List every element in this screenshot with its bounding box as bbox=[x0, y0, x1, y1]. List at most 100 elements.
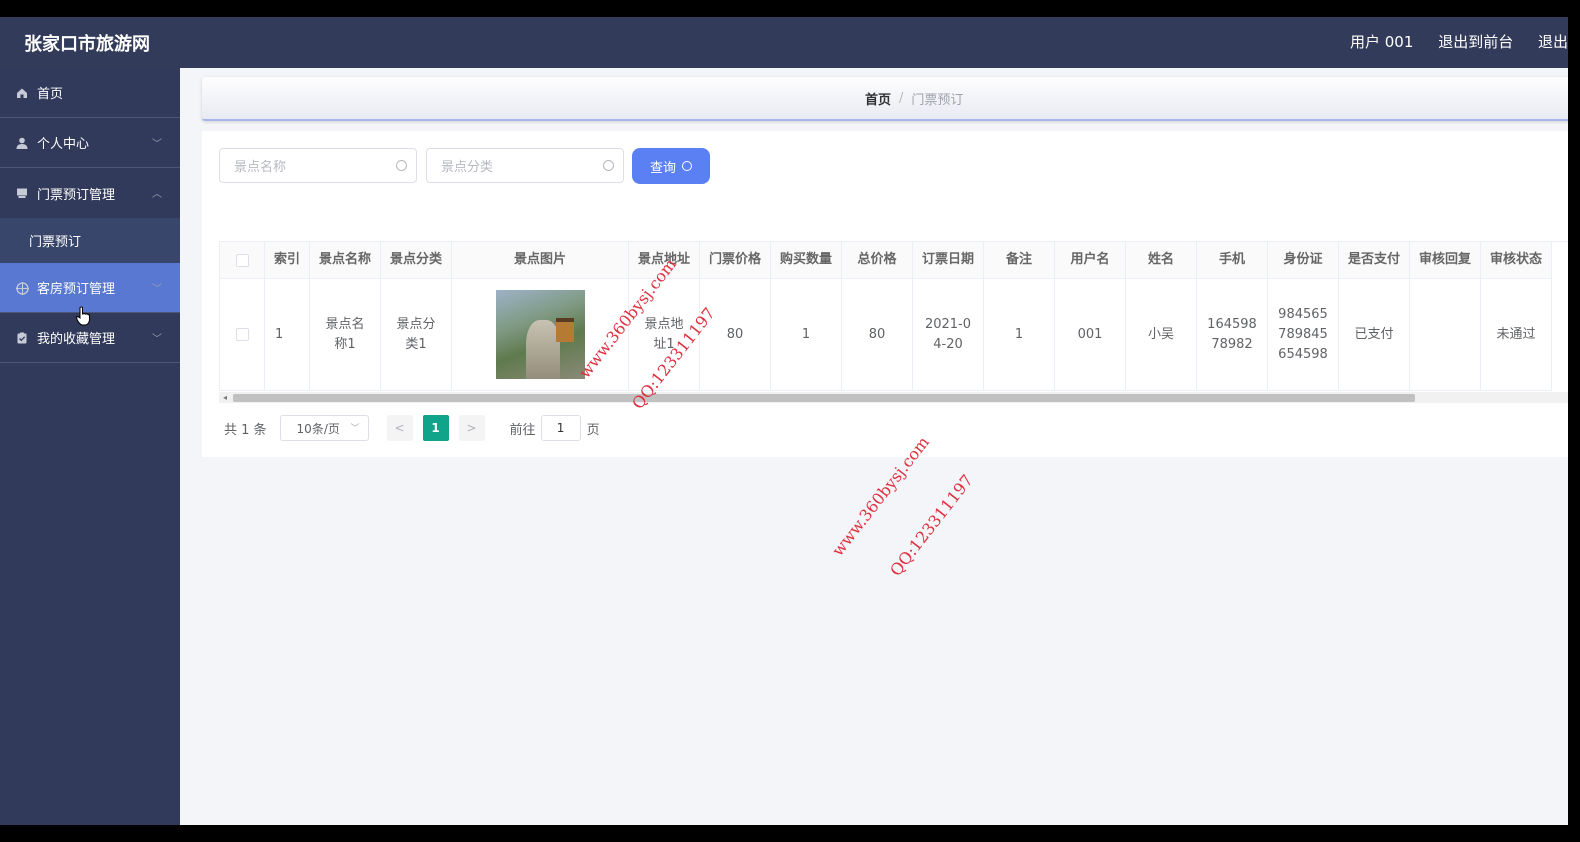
column-header: 门票价格 bbox=[700, 242, 771, 279]
target-icon bbox=[16, 281, 29, 295]
cell-total-price: 80 bbox=[842, 279, 913, 391]
top-actions: 用户 001 退出到前台 退出 bbox=[1330, 31, 1568, 52]
cell-remark: 1 bbox=[984, 279, 1055, 391]
chevron-right-icon: > bbox=[466, 421, 477, 435]
scrollbar-thumb[interactable] bbox=[233, 394, 1415, 402]
goto-label: 前往 bbox=[509, 422, 536, 438]
chevron-down-icon: ﹀ bbox=[152, 139, 162, 150]
sidebar-item-home[interactable]: 首页 bbox=[0, 68, 180, 118]
column-header: 索引 bbox=[265, 242, 310, 279]
scenic-name-input[interactable]: 景点名称 bbox=[219, 148, 417, 183]
sidebar-item-label: 门票预订管理 bbox=[37, 187, 116, 203]
column-header: 购买数量 bbox=[771, 242, 842, 279]
scenic-category-placeholder: 景点分类 bbox=[441, 160, 494, 175]
chevron-down-icon: ﹀ bbox=[152, 334, 162, 345]
hand-cursor-icon bbox=[76, 306, 90, 326]
chevron-up-icon: ︿ bbox=[152, 189, 162, 200]
pagination: 共 1 条 10条/页 ﹀ < 1 > 前往 1 页 bbox=[224, 415, 600, 441]
breadcrumb-separator: / bbox=[899, 90, 904, 106]
ticket-icon bbox=[16, 187, 28, 199]
home-icon bbox=[16, 87, 28, 99]
cell-quantity: 1 bbox=[771, 279, 842, 391]
site-title: 张家口市旅游网 bbox=[24, 34, 150, 55]
row-checkbox[interactable] bbox=[235, 328, 249, 341]
cell-realname: 小吴 bbox=[1126, 279, 1197, 391]
table-row[interactable]: 1 景点名称1 景点分类1 景点地址1 80 1 80 2021-04-20 1… bbox=[220, 279, 1568, 391]
cell-phone: 16459878982 bbox=[1197, 279, 1268, 391]
column-header: 审核回复 bbox=[1410, 242, 1481, 279]
clipboard-icon bbox=[16, 332, 28, 344]
ticket-panel: 景点名称 景点分类 查询 索引 景点名称 景点分类 景点图片 景点地址 门票价格… bbox=[202, 131, 1568, 457]
page-number-button[interactable]: 1 bbox=[422, 415, 449, 441]
search-icon bbox=[682, 161, 692, 171]
column-header: 身份证 bbox=[1268, 242, 1339, 279]
breadcrumb-home[interactable]: 首页 bbox=[865, 89, 891, 108]
prev-page-button[interactable]: < bbox=[386, 415, 413, 441]
watermark-qq: QQ:123311197 bbox=[886, 470, 977, 580]
cell-username: 001 bbox=[1055, 279, 1126, 391]
sidebar-item-label: 个人中心 bbox=[37, 137, 90, 152]
cell-idcard: 984565789845654598 bbox=[1268, 279, 1339, 391]
ticket-table: 索引 景点名称 景点分类 景点图片 景点地址 门票价格 购买数量 总价格 订票日… bbox=[219, 241, 1568, 391]
sidebar-item-label: 首页 bbox=[37, 87, 64, 102]
top-bar: 张家口市旅游网 用户 001 退出到前台 退出 bbox=[0, 17, 1568, 68]
sidebar-subitem-ticket-booking[interactable]: 门票预订 bbox=[0, 218, 180, 263]
column-header: 景点名称 bbox=[310, 242, 381, 279]
select-all-cell[interactable] bbox=[220, 242, 265, 279]
column-header: 手机 bbox=[1197, 242, 1268, 279]
query-button-label: 查询 bbox=[649, 160, 676, 176]
column-header: 审核状态 bbox=[1481, 242, 1552, 279]
cell-paid: 已支付 bbox=[1339, 279, 1410, 391]
goto-page-input[interactable]: 1 bbox=[540, 415, 581, 441]
pagination-total: 共 1 条 bbox=[224, 422, 267, 438]
user-name[interactable]: 用户 001 bbox=[1350, 33, 1413, 51]
column-header: 总价格 bbox=[842, 242, 913, 279]
sidebar-item-label: 我的收藏管理 bbox=[37, 332, 116, 347]
cell-index: 1 bbox=[265, 279, 310, 391]
query-button[interactable]: 查询 bbox=[632, 148, 710, 184]
search-icon bbox=[603, 160, 614, 171]
scenic-name-placeholder: 景点名称 bbox=[234, 160, 287, 175]
sidebar-item-label: 客房预订管理 bbox=[37, 282, 116, 297]
chevron-down-icon: ﹀ bbox=[152, 284, 162, 295]
sidebar-item-ticket-management[interactable]: 门票预订管理 ︿ bbox=[0, 168, 180, 218]
breadcrumb: 首页 / 门票预订 bbox=[202, 77, 1568, 121]
page-unit-label: 页 bbox=[586, 422, 600, 438]
logout-link[interactable]: 退出 bbox=[1538, 33, 1568, 51]
scenic-photo[interactable] bbox=[495, 290, 585, 379]
page-size-select[interactable]: 10条/页 ﹀ bbox=[279, 415, 369, 441]
cell-booking-date: 2021-04-20 bbox=[913, 279, 984, 391]
column-header: 景点分类 bbox=[381, 242, 452, 279]
app-screen: 张家口市旅游网 用户 001 退出到前台 退出 首页 个人中心 ﹀ 门票预订管理 bbox=[0, 17, 1568, 825]
cell-ticket-price: 80 bbox=[700, 279, 771, 391]
chevron-left-icon: < bbox=[394, 421, 405, 435]
main-content: 首页 / 门票预订 景点名称 景点分类 查询 索引 景点名称 景点分类 景点图片… bbox=[180, 68, 1568, 825]
row-select-cell[interactable] bbox=[220, 279, 265, 391]
table-header-row: 索引 景点名称 景点分类 景点图片 景点地址 门票价格 购买数量 总价格 订票日… bbox=[220, 242, 1568, 279]
user-icon bbox=[16, 137, 28, 149]
cell-review-reply bbox=[1410, 279, 1481, 391]
sidebar-item-personal-center[interactable]: 个人中心 ﹀ bbox=[0, 118, 180, 168]
search-icon bbox=[396, 160, 407, 171]
cell-scenic-category: 景点分类1 bbox=[381, 279, 452, 391]
table-horizontal-scrollbar[interactable]: ◂ bbox=[219, 392, 1568, 403]
next-page-button[interactable]: > bbox=[458, 415, 485, 441]
column-header: 景点图片 bbox=[452, 242, 629, 279]
sidebar: 首页 个人中心 ﹀ 门票预订管理 ︿ 门票预订 客房预订管理 ﹀ 我的收藏管理 … bbox=[0, 68, 180, 825]
chevron-down-icon: ﹀ bbox=[350, 424, 360, 434]
sidebar-item-room-management[interactable]: 客房预订管理 ﹀ bbox=[0, 263, 180, 313]
scroll-left-arrow-icon[interactable]: ◂ bbox=[223, 392, 227, 403]
page-size-value: 10条/页 bbox=[296, 421, 340, 436]
exit-to-front-link[interactable]: 退出到前台 bbox=[1438, 33, 1513, 51]
cell-scenic-name: 景点名称1 bbox=[310, 279, 381, 391]
column-header: 用户名 bbox=[1055, 242, 1126, 279]
sidebar-item-favorites-management[interactable]: 我的收藏管理 ﹀ bbox=[0, 313, 180, 363]
scenic-category-input[interactable]: 景点分类 bbox=[426, 148, 624, 183]
column-header: 备注 bbox=[984, 242, 1055, 279]
column-header: 订票日期 bbox=[913, 242, 984, 279]
breadcrumb-current: 门票预订 bbox=[911, 92, 964, 108]
cell-review-status: 未通过 bbox=[1481, 279, 1552, 391]
column-header: 是否支付 bbox=[1339, 242, 1410, 279]
select-all-checkbox[interactable] bbox=[235, 253, 249, 267]
column-header: 姓名 bbox=[1126, 242, 1197, 279]
